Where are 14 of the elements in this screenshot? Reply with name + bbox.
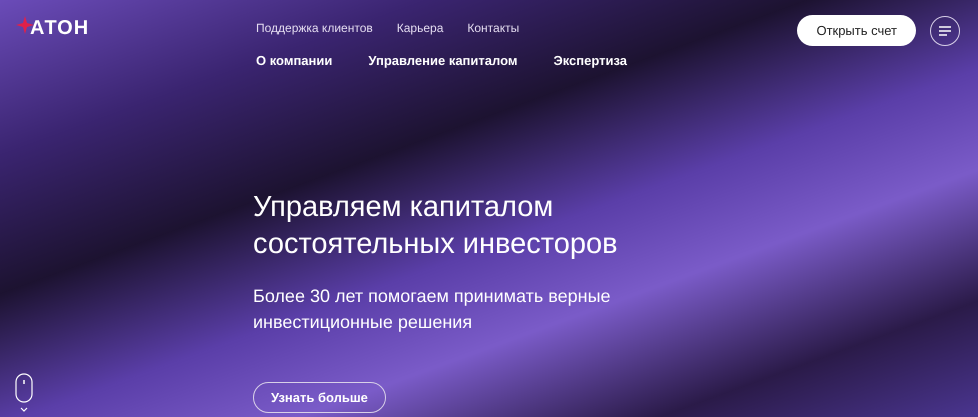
main-nav-link[interactable]: Управление капиталом: [368, 51, 518, 70]
main-nav-link[interactable]: Экспертиза: [553, 51, 628, 70]
main-nav-link[interactable]: О компании: [256, 51, 332, 70]
learn-more-button[interactable]: Узнать больше: [253, 382, 386, 413]
scroll-mouse-icon: [14, 373, 34, 413]
menu-button[interactable]: [930, 16, 960, 46]
top-nav-link[interactable]: Контакты: [467, 19, 520, 37]
top-nav-link[interactable]: Поддержка клиентов: [256, 19, 373, 37]
logo-text: АТОН: [30, 16, 90, 41]
hero-subtitle: Более 30 лет помогаем принимать верные инвестиционные решения: [253, 284, 612, 334]
hero-title: Управляем капиталом состоятельных инвесторов: [253, 190, 618, 262]
open-account-button[interactable]: Открыть счет: [797, 15, 916, 46]
menu-icon: [939, 26, 951, 36]
top-nav-link[interactable]: Карьера: [396, 19, 444, 37]
